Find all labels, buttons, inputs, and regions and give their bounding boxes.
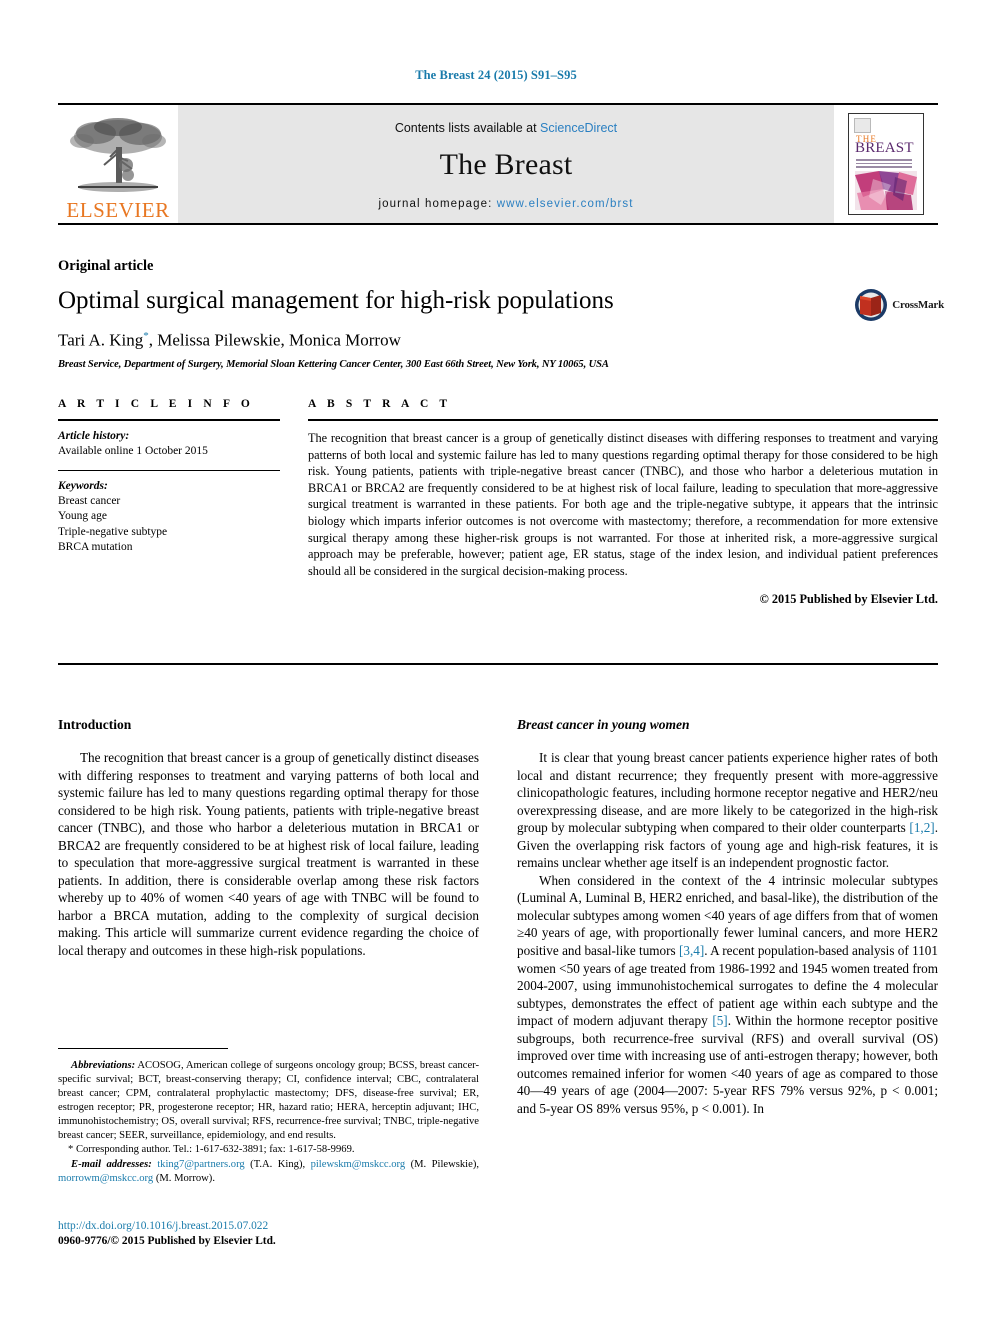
email-link-pilewskie[interactable]: pilewskm@mskcc.org — [311, 1159, 406, 1170]
footer-block: http://dx.doi.org/10.1016/j.breast.2015.… — [58, 1219, 488, 1250]
article-history-value: Available online 1 October 2015 — [58, 445, 208, 457]
article-info-rule-top — [58, 419, 280, 421]
author-rest: , Melissa Pilewskie, Monica Morrow — [148, 330, 401, 350]
journal-cover-wrap: THE BREAST — [834, 105, 938, 223]
citation-ref-3-4[interactable]: [3,4] — [679, 943, 704, 958]
cover-publisher-badge-icon — [854, 118, 871, 133]
article-history-heading: Article history: — [58, 430, 130, 442]
para2-text-c: . Within the hormone receptor positive s… — [517, 1013, 938, 1116]
affiliation-line: Breast Service, Department of Surgery, M… — [58, 359, 609, 371]
abstract-column: A B S T R A C T The recognition that bre… — [308, 398, 938, 607]
section-divider-rule — [58, 663, 938, 665]
email-addresses-note: E-mail addresses: tking7@partners.org (T… — [58, 1158, 479, 1186]
sciencedirect-link[interactable]: ScienceDirect — [540, 121, 617, 135]
journal-homepage-link[interactable]: www.elsevier.com/brst — [497, 198, 634, 210]
article-type-label: Original article — [58, 258, 154, 274]
abbreviations-note: Abbreviations: ACOSOG, American college … — [58, 1059, 479, 1143]
email-link-morrow[interactable]: morrowm@mskcc.org — [58, 1173, 153, 1184]
body-columns: Introduction The recognition that breast… — [58, 717, 938, 1117]
elsevier-logo: ELSEVIER — [58, 105, 178, 223]
doi-link[interactable]: http://dx.doi.org/10.1016/j.breast.2015.… — [58, 1219, 488, 1234]
homepage-prefix: journal homepage: — [378, 197, 497, 210]
page-title: Optimal surgical management for high-ris… — [58, 287, 614, 314]
footnote-block: Abbreviations: ACOSOG, American college … — [58, 1059, 479, 1186]
citation-ref-1-2[interactable]: [1,2] — [909, 820, 934, 835]
crossmark-badge[interactable]: CrossMark — [854, 288, 944, 322]
info-abstract-region: A R T I C L E I N F O Article history: A… — [58, 398, 938, 607]
para1-text-a: It is clear that young breast cancer pat… — [517, 750, 938, 836]
masthead-center-panel: Contents lists available at ScienceDirec… — [178, 105, 834, 223]
keyword-item: Breast cancer — [58, 495, 121, 508]
body-left-column: Introduction The recognition that breast… — [58, 717, 479, 1117]
abbreviations-label: Abbreviations: — [71, 1060, 136, 1071]
introduction-paragraph: The recognition that breast cancer is a … — [58, 750, 479, 959]
cover-breast-text: BREAST — [855, 140, 914, 156]
keywords-heading: Keywords: — [58, 480, 108, 493]
abstract-heading: A B S T R A C T — [308, 398, 452, 410]
contents-prefix: Contents lists available at — [394, 120, 541, 135]
article-info-column: A R T I C L E I N F O Article history: A… — [58, 398, 280, 607]
email-link-king[interactable]: tking7@partners.org — [157, 1159, 245, 1170]
cover-artwork-icon — [855, 171, 917, 210]
author-primary: Tari A. King — [58, 330, 144, 350]
abstract-body: The recognition that breast cancer is a … — [308, 431, 938, 578]
article-page: The Breast 24 (2015) S91–S95 ELSEVIER Co… — [0, 0, 992, 1323]
masthead-bottom-rule — [58, 223, 938, 225]
author-list: Tari A. King*, Melissa Pilewskie, Monica… — [58, 330, 938, 351]
young-women-paragraph-2: When considered in the context of the 4 … — [517, 872, 938, 1118]
journal-cover-thumbnail[interactable]: THE BREAST — [848, 113, 924, 215]
elsevier-wordmark: ELSEVIER — [66, 198, 170, 222]
body-right-column: Breast cancer in young women It is clear… — [517, 717, 938, 1117]
email-label: E-mail addresses: — [71, 1158, 152, 1170]
corresponding-author-text: Corresponding author. Tel.: 1-617-632-38… — [73, 1144, 355, 1156]
crossmark-icon — [855, 289, 888, 321]
elsevier-tree-icon — [70, 118, 166, 192]
citation-ref-5[interactable]: [5] — [712, 1013, 727, 1028]
journal-homepage-line: journal homepage: www.elsevier.com/brst — [378, 198, 633, 210]
keyword-item: BRCA mutation — [58, 540, 133, 553]
masthead-body: ELSEVIER Contents lists available at Sci… — [58, 105, 938, 223]
abstract-copyright: © 2015 Published by Elsevier Ltd. — [759, 592, 938, 607]
issn-copyright-line: 0960-9776/© 2015 Published by Elsevier L… — [58, 1235, 276, 1248]
young-women-paragraph-1: It is clear that young breast cancer pat… — [517, 749, 938, 872]
young-women-heading: Breast cancer in young women — [517, 717, 690, 732]
email-name-pilewskie: (M. Pilewskie), — [405, 1158, 479, 1170]
article-info-rule-mid — [58, 470, 280, 472]
journal-masthead: ELSEVIER Contents lists available at Sci… — [58, 103, 938, 225]
title-block: Original article Optimal surgical manage… — [58, 258, 938, 370]
corresponding-author-note: * Corresponding author. Tel.: 1-617-632-… — [58, 1143, 479, 1157]
email-name-king: (T.A. King), — [244, 1158, 311, 1170]
keyword-item: Young age — [58, 510, 107, 523]
crossmark-label: CrossMark — [892, 299, 944, 311]
running-head: The Breast 24 (2015) S91–S95 — [415, 68, 577, 82]
contents-available-line: Contents lists available at ScienceDirec… — [395, 121, 617, 135]
introduction-heading: Introduction — [58, 717, 132, 732]
article-info-heading: A R T I C L E I N F O — [58, 398, 254, 410]
journal-title: The Breast — [439, 147, 573, 181]
keyword-item: Triple-negative subtype — [58, 525, 168, 538]
cover-subtitle-lines — [856, 159, 912, 170]
abstract-rule-top — [308, 419, 938, 421]
footnote-divider-rule — [58, 1048, 228, 1049]
abbreviations-text: ACOSOG, American college of surgeons onc… — [58, 1060, 479, 1142]
email-name-morrow: (M. Morrow). — [153, 1172, 215, 1184]
